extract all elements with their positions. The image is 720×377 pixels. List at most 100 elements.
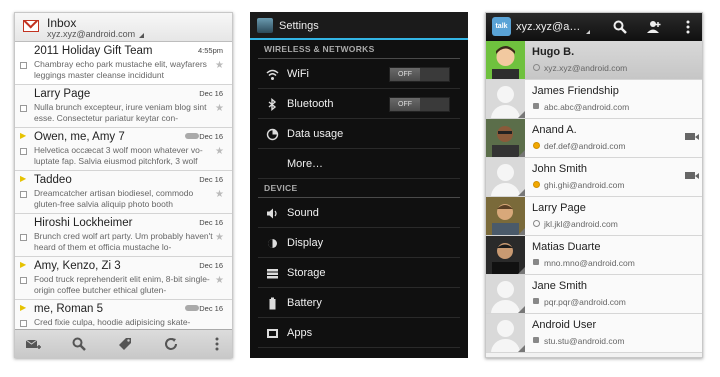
avatar [486,236,525,274]
toggle-state: OFF [390,68,420,81]
account-email[interactable]: xyz.xyz@a… [516,21,580,33]
message-row[interactable]: Hiroshi Lockheimer Dec 16 Brunch cred wo… [15,214,232,257]
message-row[interactable]: ▶ me, Roman 5 Dec 16 Cred fixie culpa, h… [15,300,232,329]
label-badge [185,133,199,139]
search-icon[interactable] [612,19,628,35]
video-chat-icon[interactable] [685,172,699,179]
message-snippet: Nulla brunch excepteur, irure veniam blo… [34,102,207,123]
contact-row[interactable]: Anand A. def.def@android.com [486,119,702,158]
settings-item-label: Apps [287,327,313,339]
settings-header: Settings [250,12,468,40]
contact-name: Larry Page [532,202,586,214]
message-row[interactable]: 2011 Holiday Gift Team 4:55pm Chambray e… [15,42,232,85]
settings-item-battery[interactable]: Battery [258,288,460,318]
message-sender: Amy, Kenzo, Zi 3 [34,260,121,272]
select-checkbox[interactable] [20,191,27,198]
wifi-toggle[interactable]: OFF [389,67,450,82]
select-checkbox[interactable] [20,105,27,112]
settings-item-label: Bluetooth [287,98,334,110]
message-snippet: Dreamcatcher artisan biodiesel, commodo … [34,188,194,209]
refresh-icon[interactable] [163,336,179,352]
important-marker-icon: ▶ [20,174,27,183]
bluetooth-toggle[interactable]: OFF [389,97,450,112]
avatar-placeholder-icon [486,80,525,118]
contact-row[interactable]: Matias Duarte mno.mno@android.com [486,236,702,275]
labels-icon[interactable] [117,336,133,352]
settings-item-label: Storage [287,267,326,279]
contact-name: Anand A. [532,124,577,136]
overflow-menu-icon[interactable] [209,336,225,352]
message-date: 4:55pm [197,46,223,55]
settings-screen: Settings WIRELESS & NETWORKS WiFi OFF Bl… [250,12,468,358]
settings-item-display[interactable]: Display [258,228,460,258]
message-sender: Taddeo [34,174,72,186]
select-checkbox[interactable] [20,234,27,241]
gmail-logo-icon [23,20,39,32]
settings-item-bluetooth[interactable]: Bluetooth OFF [258,89,460,119]
important-marker-icon: ▶ [20,260,27,269]
add-contact-icon[interactable] [646,19,662,35]
compose-icon[interactable] [25,336,41,352]
message-snippet: Food truck reprehenderit elit enim, 8-bi… [34,274,210,295]
gmail-header[interactable]: Inbox xyz.xyz@android.com [15,13,232,42]
star-icon[interactable]: ★ [215,189,224,200]
message-row[interactable]: ▶ Owen, me, Amy 7 Dec 16 Helvetica occæc… [15,128,232,171]
contact-email: def.def@android.com [544,141,626,151]
contact-email: jkl.jkl@android.com [544,219,618,229]
contact-row[interactable]: John Smith ghi.ghi@android.com [486,158,702,197]
select-checkbox[interactable] [20,320,27,327]
contact-row[interactable]: Larry Page jkl.jkl@android.com [486,197,702,236]
display-icon [266,237,279,250]
data-usage-icon [266,128,279,141]
settings-item-wifi[interactable]: WiFi OFF [258,59,460,89]
contact-row[interactable]: Android User stu.stu@android.com [486,314,702,353]
presence-offline-icon [533,220,540,227]
settings-item-label: Data usage [287,128,344,140]
message-date: Dec 16 [199,304,223,313]
contact-name: Hugo B. [532,46,575,58]
contact-name: Jane Smith [532,280,588,292]
talk-app-icon[interactable]: talk [492,17,511,36]
account-dropdown-icon[interactable] [586,30,590,34]
video-chat-icon[interactable] [685,133,699,140]
settings-item-apps[interactable]: Apps [258,318,460,348]
settings-item-more[interactable]: More… [258,149,460,179]
contact-row[interactable]: Hugo B. xyz.xyz@android.com [486,41,702,80]
settings-app-icon [257,18,273,33]
message-row[interactable]: ▶ Amy, Kenzo, Zi 3 Dec 16 Food truck rep… [15,257,232,300]
avatar-placeholder-icon [486,158,525,196]
message-row[interactable]: ▶ Taddeo Dec 16 Dreamcatcher artisan bio… [15,171,232,214]
overflow-menu-icon[interactable] [680,19,696,35]
contact-name: Matias Duarte [532,241,601,253]
gmail-screen: Inbox xyz.xyz@android.com 2011 Holiday G… [14,12,233,358]
select-checkbox[interactable] [20,277,27,284]
contact-email: abc.abc@android.com [544,102,630,112]
select-checkbox[interactable] [20,62,27,69]
label-badge [185,305,199,311]
contact-row[interactable]: Jane Smith pqr.pqr@android.com [486,275,702,314]
presence-offline-icon [533,64,540,71]
inbox-title: Inbox [47,16,77,30]
message-date: Dec 16 [199,261,223,270]
contact-row[interactable]: James Friendship abc.abc@android.com [486,80,702,119]
contact-email: mno.mno@android.com [544,258,635,268]
star-icon[interactable]: ★ [215,103,224,114]
search-icon[interactable] [71,336,87,352]
message-row[interactable]: Larry Page Dec 16 Nulla brunch excepteur… [15,85,232,128]
message-snippet: Helvetica occæcat 3 wolf moon whatever v… [34,145,203,166]
settings-item-data-usage[interactable]: Data usage [258,119,460,149]
bluetooth-icon [266,98,279,111]
settings-item-label: More… [287,158,324,170]
star-icon[interactable]: ★ [215,60,224,71]
settings-item-sound[interactable]: Sound [258,198,460,228]
message-sender: 2011 Holiday Gift Team [34,45,153,57]
star-icon[interactable]: ★ [215,232,224,243]
star-icon[interactable]: ★ [215,275,224,286]
presence-idle-icon [533,298,539,304]
account-dropdown-icon[interactable] [139,33,144,38]
settings-item-storage[interactable]: Storage [258,258,460,288]
settings-item-label: Battery [287,297,322,309]
select-checkbox[interactable] [20,148,27,155]
message-sender: Hiroshi Lockheimer [34,217,133,229]
star-icon[interactable]: ★ [215,146,224,157]
